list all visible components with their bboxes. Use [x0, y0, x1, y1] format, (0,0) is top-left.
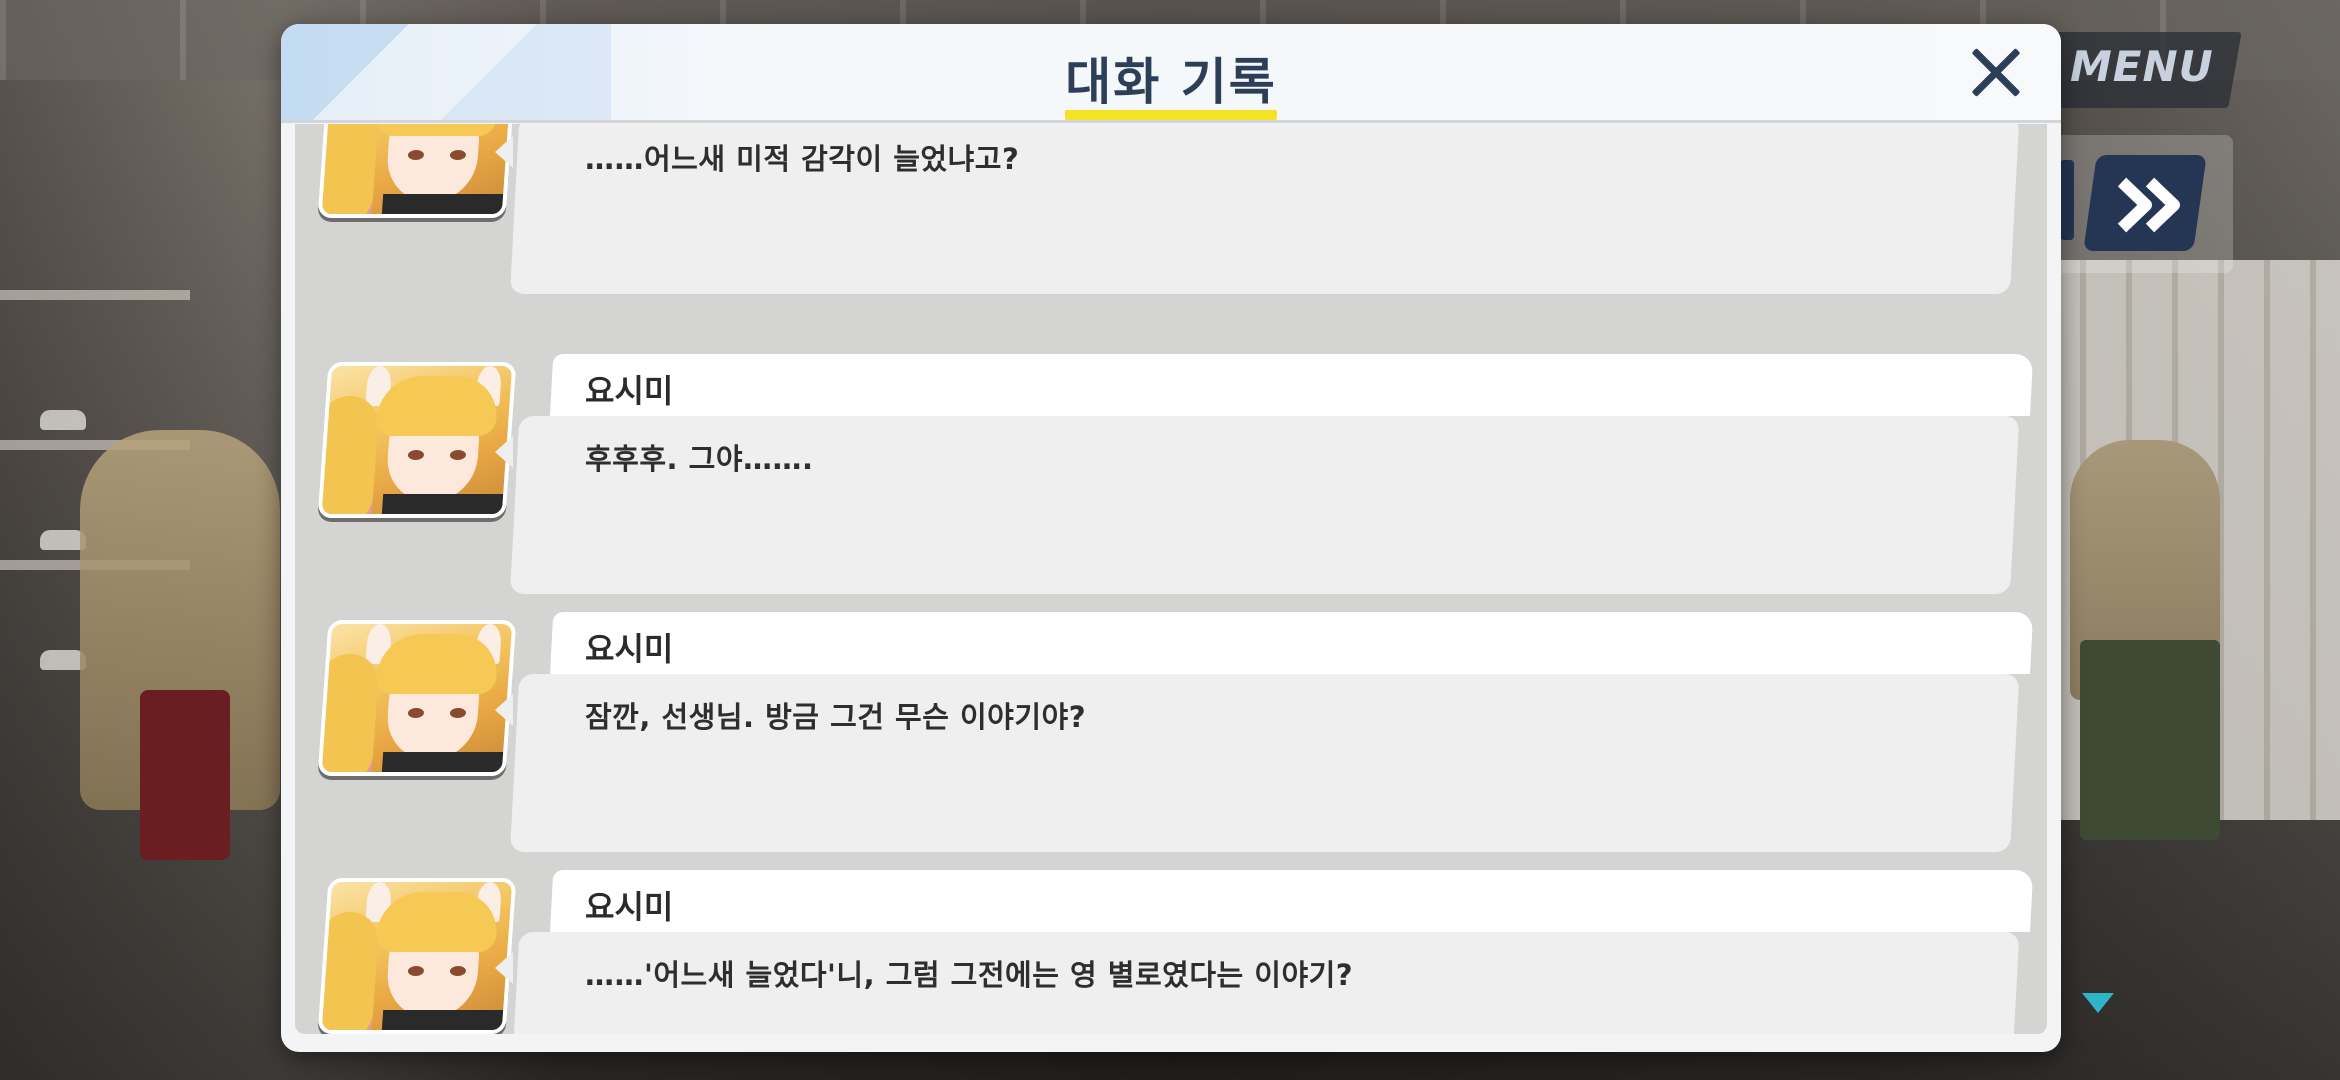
shoe-display [40, 410, 86, 430]
bubble-tail [495, 436, 513, 468]
speaker-avatar [317, 362, 517, 518]
auto-button[interactable] [2060, 160, 2074, 240]
bubble-tail [495, 694, 513, 726]
header-divider [281, 120, 2061, 123]
speaker-name-bar [550, 612, 2034, 674]
speaker-avatar [317, 878, 517, 1034]
close-button[interactable] [1961, 38, 2031, 108]
dialog-title: 대화 기록 [1065, 53, 1277, 111]
fast-forward-icon [2117, 177, 2180, 233]
log-entry: 요시미 잠깐, 선생님. 방금 그건 무슨 이야기야? [295, 612, 2047, 852]
speaker-avatar [317, 124, 517, 218]
speaker-name: 요시미 [585, 630, 674, 668]
log-list[interactable]: ……어느새 미적 감각이 늘었냐고? 요시미 후후후. 그야……. 요시미 잠깐… [295, 124, 2047, 1034]
speaker-name: 요시미 [585, 888, 674, 926]
dialog-header: 대화 기록 [281, 24, 2061, 120]
bubble-tail [495, 952, 513, 984]
log-entry: 요시미 ……'어느새 늘었다'니, 그럼 그전에는 영 별로였다는 이야기? [295, 870, 2047, 1034]
log-entry: ……어느새 미적 감각이 늘었냐고? [295, 124, 2047, 294]
message-text: 잠깐, 선생님. 방금 그건 무슨 이야기야? [585, 700, 1087, 734]
message-text: ……'어느새 늘었다'니, 그럼 그전에는 영 별로였다는 이야기? [585, 958, 1354, 992]
red-bag [140, 690, 230, 860]
bubble-tail [495, 136, 513, 168]
mannequin-skirt [2080, 640, 2220, 840]
speaker-name-bar [550, 870, 2034, 932]
menu-label: MENU [2070, 42, 2214, 91]
message-text: ……어느새 미적 감각이 늘었냐고? [585, 142, 1020, 176]
dialogue-log-window: 대화 기록 ……어느새 미적 감각이 늘었냐고? 요시미 후후후. 그야……. … [281, 24, 2061, 1052]
log-entry: 요시미 후후후. 그야……. [295, 354, 2047, 594]
speaker-name-bar [550, 354, 2034, 416]
title-underline [1065, 110, 1277, 120]
speaker-avatar [317, 620, 517, 776]
scroll-down-icon [2082, 993, 2114, 1013]
message-text: 후후후. 그야……. [585, 442, 814, 476]
wall-shelf [0, 290, 190, 300]
speaker-name: 요시미 [585, 372, 674, 410]
